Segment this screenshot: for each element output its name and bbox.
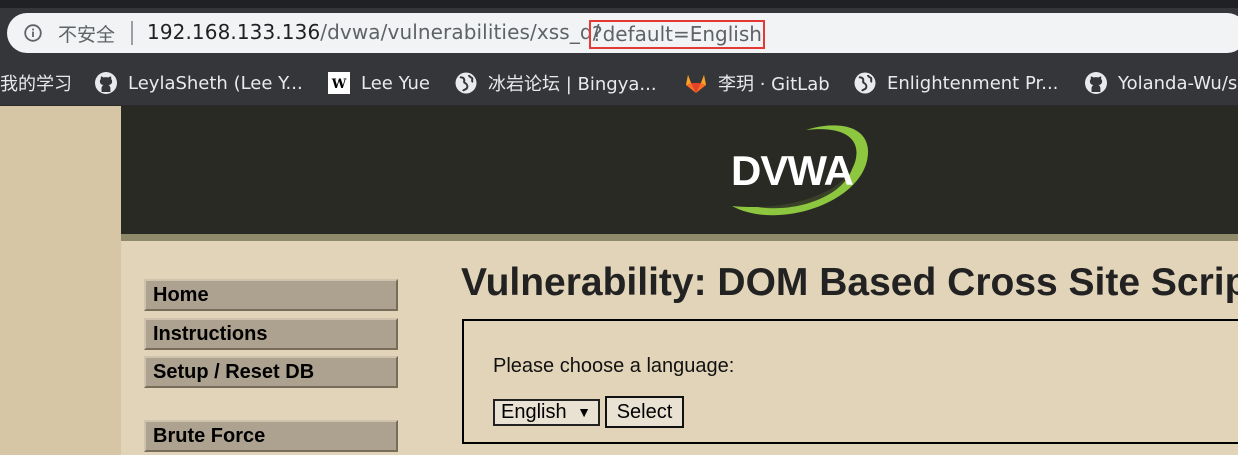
url-query-highlight[interactable]: ?default=English [589, 20, 765, 49]
url-text[interactable]: 192.168.133.136/dvwa/vulnerabilities/xss… [147, 20, 600, 44]
dvwa-logo: DVWA [731, 125, 869, 216]
bookmark-leylasheth[interactable]: LeylaSheth (Lee Y... [94, 71, 303, 95]
bookmark-bingyan[interactable]: 冰岩论坛 | Bingya... [454, 71, 657, 95]
dvwa-header [121, 106, 1238, 234]
browser-top-strip [0, 0, 1238, 8]
security-label[interactable]: 不安全 [58, 20, 115, 47]
menu-setup-reset-db[interactable]: Setup / Reset DB [144, 356, 398, 388]
bookmark-label: 我的学习 [0, 74, 72, 95]
url-path: /dvwa/vulnerabilities/xss_d/ [320, 20, 600, 44]
menu-home[interactable]: Home [144, 279, 398, 311]
language-select[interactable]: English ▼ [493, 399, 600, 426]
bookmark-lee-yue[interactable]: W Lee Yue [327, 71, 430, 95]
dropdown-arrow-icon: ▼ [577, 404, 591, 420]
bookmark-enlightenment[interactable]: Enlightenment Pr... [853, 71, 1058, 95]
bookmark-label: 李玥 · GitLab [718, 74, 830, 95]
header-divider [121, 234, 1238, 241]
github-icon [1084, 71, 1108, 95]
bookmark-label: Enlightenment Pr... [887, 72, 1059, 94]
language-prompt: Please choose a language: [493, 355, 735, 377]
menu-instructions[interactable]: Instructions [144, 318, 398, 350]
bookmarks-bar: 我的学习 LeylaSheth (Lee Y... W Lee Yue 冰岩论坛… [0, 60, 1238, 106]
wordpress-icon: W [327, 71, 351, 95]
logo-text: DVWA [731, 147, 854, 194]
info-icon[interactable] [24, 24, 42, 42]
language-select-value: English [501, 401, 567, 423]
globe-icon [454, 71, 478, 95]
address-separator [131, 21, 133, 45]
bookmark-label: Yolanda-Wu/s [1118, 72, 1238, 94]
bookmark-label: LeylaSheth (Lee Y... [128, 72, 303, 94]
page-left-margin [0, 106, 121, 455]
select-button[interactable]: Select [605, 396, 684, 428]
bookmark-label: 冰岩论坛 | Bingya... [488, 74, 657, 95]
github-icon [94, 71, 118, 95]
page-title: Vulnerability: DOM Based Cross Site Scri… [461, 261, 1238, 304]
bookmark-yolanda-wu[interactable]: Yolanda-Wu/s [1084, 71, 1237, 95]
bookmark-gitlab[interactable]: 李玥 · GitLab [684, 71, 830, 95]
menu-brute-force[interactable]: Brute Force [144, 420, 398, 452]
bookmark-label: Lee Yue [361, 72, 430, 94]
gitlab-icon [684, 71, 708, 95]
url-host: 192.168.133.136 [147, 20, 321, 44]
globe-icon [853, 71, 877, 95]
bookmark-my-study[interactable]: 我的学习 [0, 71, 72, 95]
svg-text:W: W [331, 77, 347, 92]
